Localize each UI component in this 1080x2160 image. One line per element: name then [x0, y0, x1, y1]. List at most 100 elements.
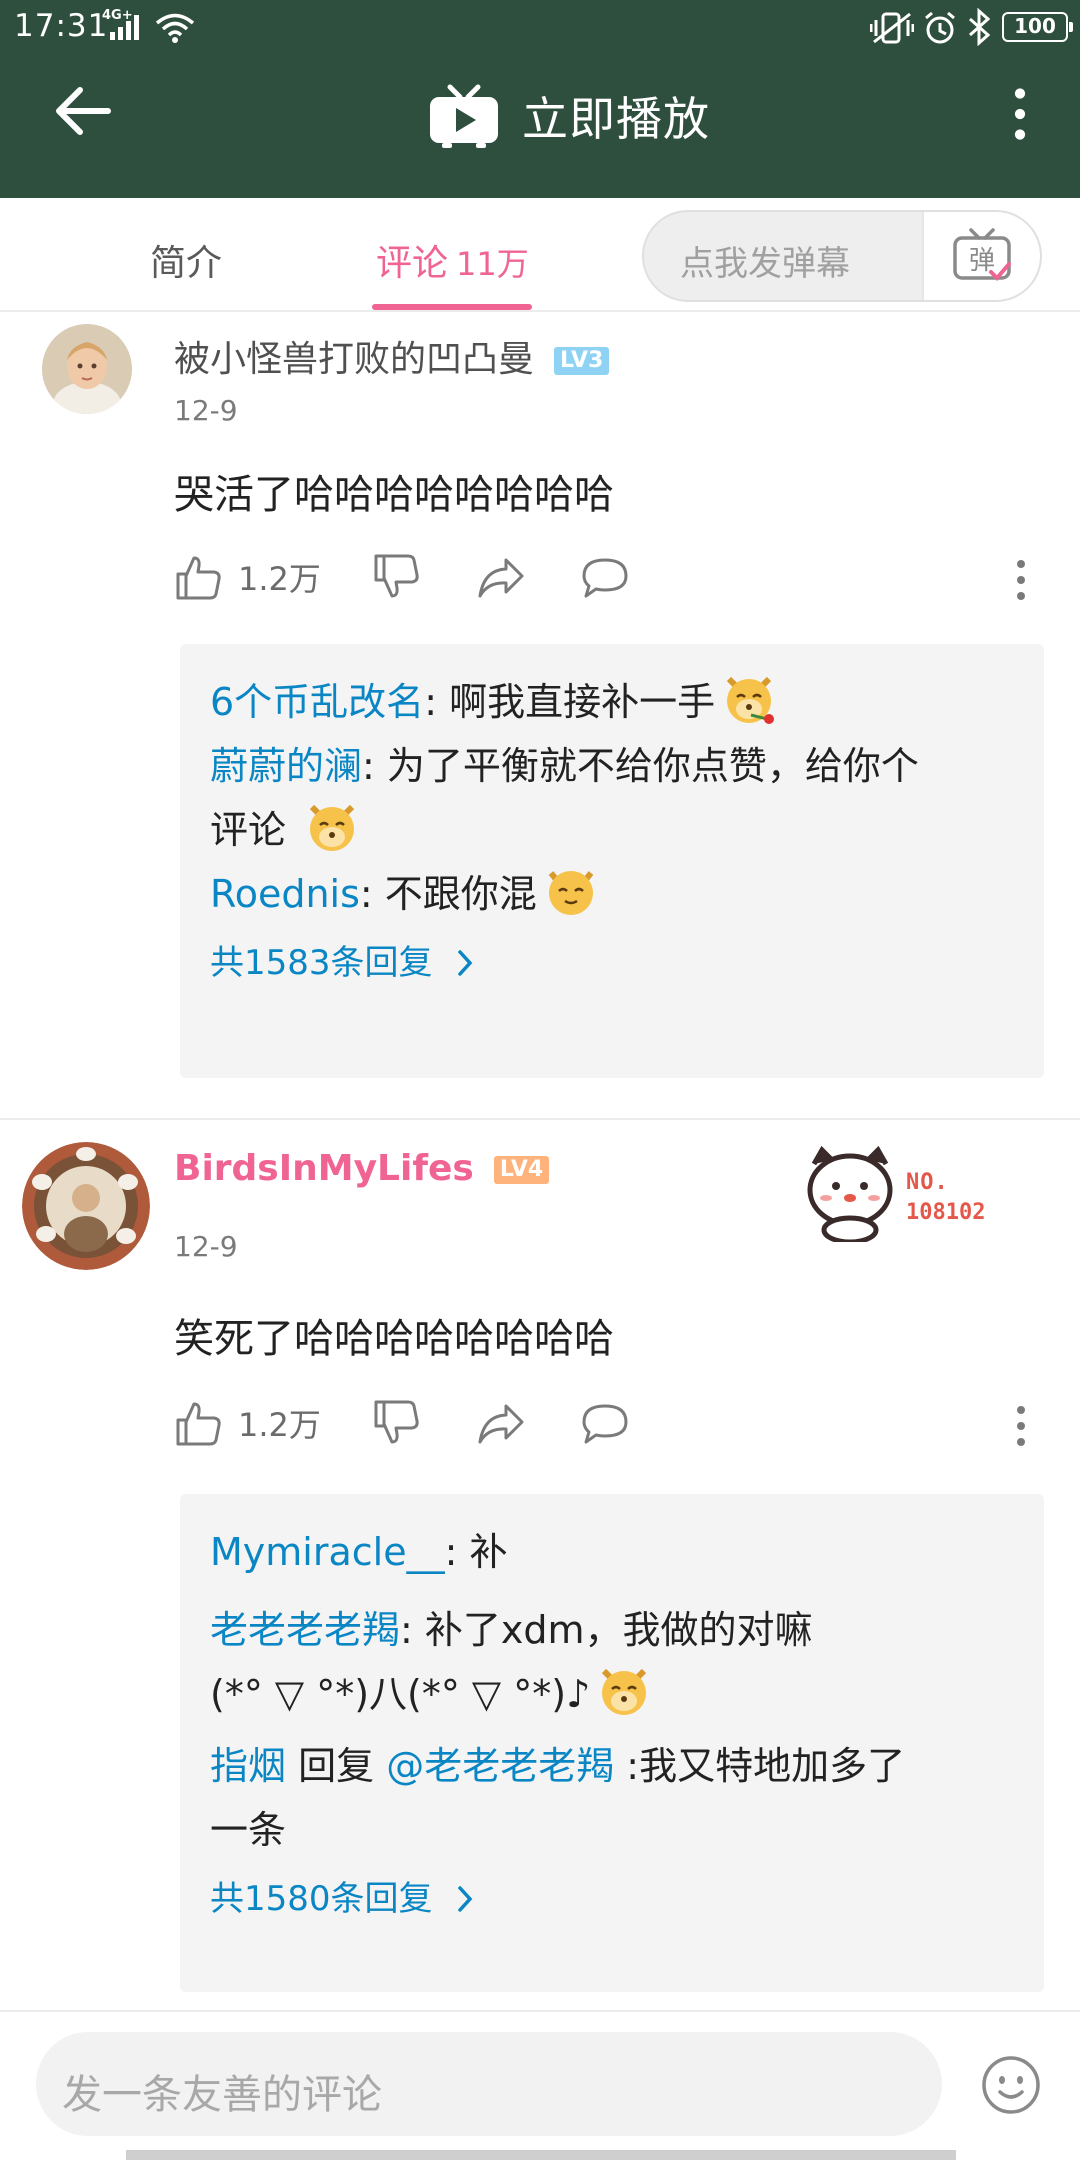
like-button[interactable]: 1.2万 — [174, 1398, 321, 1448]
doge-emoji-icon — [602, 1668, 647, 1715]
comment-date: 12-9 — [174, 394, 238, 427]
tab-comments[interactable]: 评论 11万 — [376, 234, 529, 286]
comment-actions: 1.2万 — [174, 1398, 1074, 1458]
username[interactable]: 被小怪兽打败的凹凸曼 LV3 — [174, 330, 610, 382]
more-vertical-icon[interactable] — [1010, 86, 1030, 142]
top-header: 17:31 4G+ 100 立即播放 — [0, 0, 1080, 198]
danmu-icon: 弹 — [953, 228, 1011, 281]
level-badge: LV3 — [554, 347, 610, 375]
avatar[interactable] — [22, 1142, 150, 1270]
reply-separator: : — [444, 1530, 470, 1574]
medal-number: 108102 — [906, 1200, 986, 1225]
like-count: 1.2万 — [238, 1406, 321, 1444]
reply-item[interactable]: 老老老老羯: 补了xdm，我做的对嘛 (*° ▽ °*)八(*° ▽ °*)♪ — [210, 1598, 1014, 1726]
comment-count: 11万 — [456, 245, 529, 283]
play-now-button[interactable]: 立即播放 — [428, 80, 728, 152]
comment-input[interactable]: 发一条友善的评论 — [36, 2032, 942, 2136]
vibrate-mute-icon — [870, 12, 914, 44]
tab-intro[interactable]: 简介 — [150, 234, 222, 286]
cat-smile-emoji-icon — [548, 871, 594, 915]
view-more-replies-link[interactable]: 共1580条回复 — [210, 1862, 1014, 1936]
reply-username[interactable]: 6个币乱改名 — [210, 680, 424, 724]
comment-date: 12-9 — [174, 1230, 238, 1263]
comment-actions: 1.2万 — [174, 552, 1074, 612]
danmu-input[interactable]: 点我发弹幕 弹 — [642, 210, 1042, 302]
comment-input-placeholder: 发一条友善的评论 — [62, 2072, 382, 2118]
level-badge: LV4 — [493, 1156, 550, 1184]
battery-icon: 100 — [1002, 12, 1073, 42]
bear-medal-icon — [807, 1145, 893, 1242]
thumbs-down-icon — [374, 1400, 419, 1444]
tv-play-icon — [430, 84, 498, 148]
emoji-picker-icon[interactable] — [980, 2054, 1042, 2116]
avatar[interactable] — [42, 324, 132, 414]
mention-link[interactable]: @老老老老羯 — [386, 1744, 614, 1788]
comment-divider — [0, 1118, 1080, 1120]
reply-text: :我又特地加多了 — [614, 1744, 906, 1788]
reply-text: 啊我直接补一手 — [449, 680, 716, 724]
comment-more-icon[interactable] — [1012, 1404, 1030, 1448]
reply-separator: : — [400, 1608, 425, 1652]
doge-emoji-icon — [309, 804, 355, 851]
reply-item[interactable]: Roednis: 不跟你混 — [210, 862, 1014, 926]
reply-box: Mymiracle__: 补 老老老老羯: 补了xdm，我做的对嘛 (*° ▽ … — [180, 1494, 1044, 1992]
thumbs-up-icon — [176, 1402, 221, 1446]
username-text: 被小怪兽打败的凹凸曼 — [174, 339, 535, 380]
reply-word: 回复 — [286, 1744, 387, 1788]
medal-no-label: NO. — [906, 1170, 949, 1195]
alarm-icon — [925, 11, 955, 44]
reply-username[interactable]: Roednis — [210, 872, 360, 916]
fan-medal[interactable]: NO. 108102 — [800, 1142, 1020, 1242]
back-arrow-icon[interactable] — [52, 80, 114, 142]
tab-comments-label: 评论 — [376, 243, 449, 284]
comment-bubble-icon — [582, 1404, 628, 1444]
avatar-image — [22, 1142, 150, 1270]
username-text: BirdsInMyLifes — [174, 1148, 474, 1189]
share-button[interactable] — [476, 552, 526, 602]
reply-box: 6个币乱改名: 啊我直接补一手 蔚蔚的澜: 为了平衡就不给你点赞，给你个 评论 … — [180, 644, 1044, 1078]
reply-button[interactable] — [580, 552, 630, 602]
reply-item[interactable]: 指烟 回复 @老老老老羯 :我又特地加多了 一条 — [210, 1734, 1014, 1862]
reply-text: 为了平衡就不给你点赞，给你个 — [386, 744, 919, 788]
bluetooth-icon — [969, 8, 991, 46]
reply-item[interactable]: 蔚蔚的澜: 为了平衡就不给你点赞，给你个 评论 — [210, 734, 1014, 862]
comment-more-icon[interactable] — [1012, 558, 1030, 602]
home-indicator — [126, 2150, 956, 2160]
reply-item[interactable]: 6个币乱改名: 啊我直接补一手 — [210, 670, 1014, 734]
active-tab-indicator — [372, 304, 532, 310]
chevron-right-icon — [458, 950, 473, 976]
doge-rose-emoji-icon — [726, 676, 775, 724]
username[interactable]: BirdsInMyLifes LV4 — [174, 1148, 550, 1189]
reply-text: 不跟你混 — [384, 872, 537, 916]
reply-text-continued: 评论 — [210, 808, 287, 852]
view-more-replies-link[interactable]: 共1583条回复 — [210, 926, 1014, 1000]
reply-separator: : — [424, 680, 450, 724]
battery-level: 100 — [1014, 14, 1056, 38]
more-replies-text: 共1583条回复 — [210, 943, 433, 983]
play-now-label: 立即播放 — [522, 92, 710, 146]
dislike-button[interactable] — [372, 1398, 422, 1448]
share-icon — [478, 558, 524, 598]
share-button[interactable] — [476, 1398, 526, 1448]
reply-text: 补了xdm，我做的对嘛 — [424, 1608, 813, 1652]
reply-username[interactable]: Mymiracle__ — [210, 1530, 445, 1574]
danmu-placeholder: 点我发弹幕 — [680, 244, 850, 284]
reply-item[interactable]: Mymiracle__: 补 — [210, 1520, 1014, 1584]
signal-icon — [110, 15, 139, 40]
status-bar: 17:31 4G+ 100 — [0, 0, 1080, 56]
reply-text-continued: 一条 — [210, 1808, 287, 1852]
thumbs-down-icon — [374, 554, 419, 598]
danmu-toggle-button[interactable]: 弹 — [922, 212, 1040, 300]
wifi-icon — [155, 13, 195, 43]
status-time: 17:31 — [14, 8, 109, 44]
reply-username[interactable]: 蔚蔚的澜 — [210, 744, 362, 788]
reply-username[interactable]: 指烟 — [210, 1744, 286, 1788]
reply-username[interactable]: 老老老老羯 — [210, 1608, 400, 1652]
reply-text: 补 — [469, 1530, 508, 1574]
dislike-button[interactable] — [372, 552, 422, 602]
reply-separator: : — [362, 744, 387, 788]
like-button[interactable]: 1.2万 — [174, 552, 321, 602]
comment-text: 哭活了哈哈哈哈哈哈哈哈 — [174, 472, 614, 518]
reply-text-continued: (*° ▽ °*)八(*° ▽ °*)♪ — [210, 1672, 591, 1716]
reply-button[interactable] — [580, 1398, 630, 1448]
